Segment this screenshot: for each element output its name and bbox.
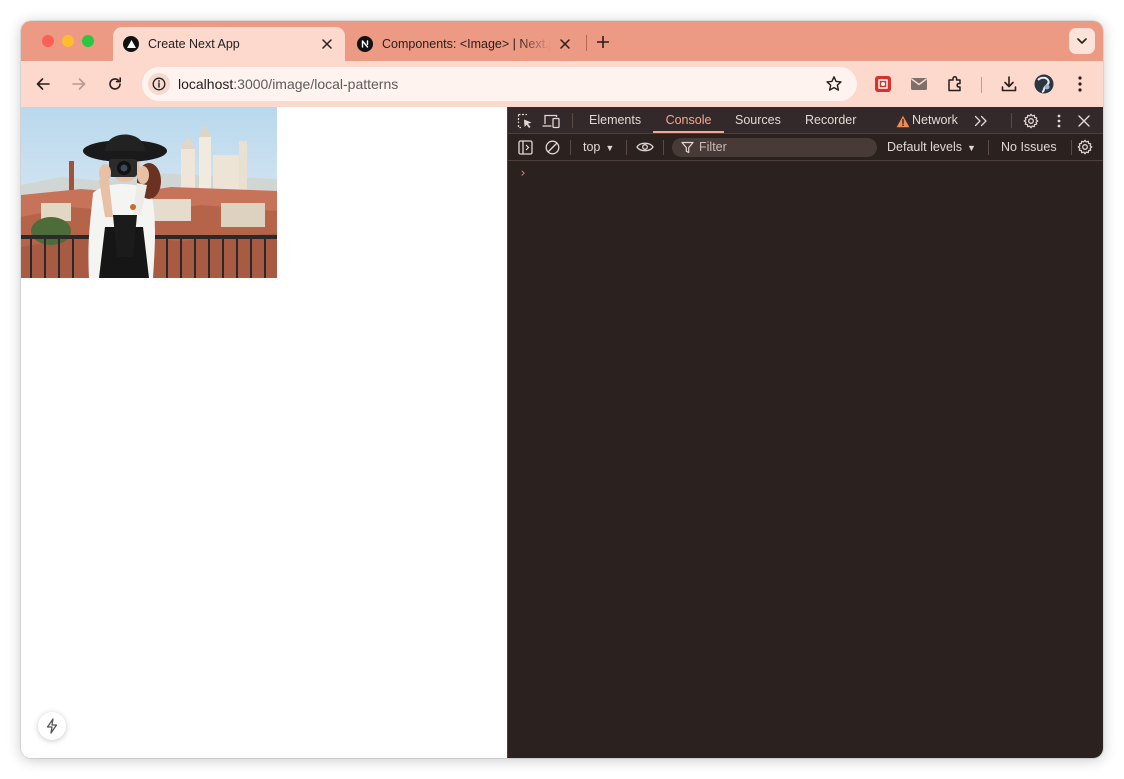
url-host: localhost [178,76,234,92]
inspect-cursor-icon [517,113,532,129]
sidebar-icon [517,139,533,155]
forward-button[interactable] [68,73,90,95]
console-settings-button[interactable] [1076,138,1094,156]
mail-icon [911,78,927,90]
device-toolbar-button[interactable] [542,112,560,130]
eye-icon [636,142,654,152]
toggle-sidebar-button[interactable] [516,138,534,156]
woman-with-camera-photo [21,107,277,278]
gear-icon [1023,113,1039,129]
devtools-settings-button[interactable] [1022,112,1040,130]
close-devtools-button[interactable] [1075,112,1093,130]
tab-title: Components: <Image> | Next.js [382,37,551,51]
download-icon [1001,76,1017,92]
close-icon [1078,115,1090,127]
filter-icon [681,141,694,154]
close-window-button[interactable] [42,35,54,47]
console-filter-input[interactable]: Filter [672,138,877,157]
more-vertical-icon [1078,76,1082,92]
tab-network[interactable]: Network [912,107,958,133]
device-mode-icon [542,114,560,129]
address-bar[interactable]: localhost:3000/image/local-patterns [142,67,857,101]
tab-strip: Create Next App Components: <Image> | Ne… [21,21,1103,61]
live-expression-button[interactable] [636,138,654,156]
browser-window: Create Next App Components: <Image> | Ne… [21,21,1103,758]
nextjs-n-icon [357,36,373,52]
inspect-element-button[interactable] [516,112,534,130]
caret-down-icon: ▼ [967,143,976,153]
more-tabs-button[interactable] [972,112,990,130]
clear-console-button[interactable] [543,138,561,156]
toolbar-divider [981,77,982,93]
gear-icon [1077,139,1093,155]
plus-icon [597,36,609,48]
warning-icon [894,112,912,130]
downloads-button[interactable] [998,73,1020,95]
back-button[interactable] [32,73,54,95]
tab-elements[interactable]: Elements [589,107,641,133]
more-vertical-icon [1057,114,1061,128]
arrow-left-icon [36,78,50,90]
devtools-divider [1011,113,1012,128]
mail-button[interactable] [908,73,930,95]
arrow-right-icon [72,78,86,90]
devtools-divider [570,140,571,155]
tab-console[interactable]: Console [653,107,724,133]
extension-button[interactable] [872,73,894,95]
caret-down-icon: ▼ [605,143,615,153]
devtools-divider [1071,140,1072,155]
zoom-window-button[interactable] [82,35,94,47]
devtools-divider [988,140,989,155]
devtools-divider [663,140,664,155]
log-levels-select[interactable]: Default levels ▼ [887,134,976,160]
tab-create-next-app[interactable]: Create Next App [113,27,345,61]
issues-button[interactable]: No Issues [1001,134,1057,160]
minimize-window-button[interactable] [62,35,74,47]
devtools-panel: Elements Console Sources Recorder Networ… [507,107,1103,758]
page-viewport [21,107,507,758]
reload-button[interactable] [104,73,126,95]
close-icon[interactable] [557,36,573,52]
new-tab-button[interactable] [593,32,613,52]
triangle-logo-icon [123,36,139,52]
site-info-icon[interactable] [148,73,170,95]
devtools-divider [572,113,573,128]
reload-icon [109,77,121,90]
devtools-divider [626,140,627,155]
nextjs-dev-indicator-button[interactable] [38,712,66,740]
context-label: top [583,140,601,154]
extensions-button[interactable] [944,73,966,95]
tab-search-button[interactable] [1069,28,1095,54]
chevron-double-right-icon [974,115,987,127]
tab-sources[interactable]: Sources [735,107,781,133]
tab-divider [586,35,587,51]
block-icon [545,140,559,154]
devtools-menu-button[interactable] [1050,112,1068,130]
browser-toolbar: localhost:3000/image/local-patterns [21,61,1103,107]
lightning-bolt-icon [46,718,58,734]
console-toolbar: top ▼ Filter Default levels ▼ No Issues [508,134,1103,161]
url-path: :3000/image/local-patterns [233,76,399,92]
extension-red-icon [875,76,891,92]
tab-title: Create Next App [148,37,240,51]
tab-components-image[interactable]: Components: <Image> | Next.js [347,27,583,61]
chevron-down-icon [1077,38,1087,44]
close-icon[interactable] [319,36,335,52]
console-prompt[interactable]: › [519,166,527,181]
log-levels-label: Default levels [887,140,963,154]
url-text: localhost:3000/image/local-patterns [178,76,398,92]
context-select[interactable]: top ▼ [583,134,614,160]
puzzle-icon [948,75,961,92]
profile-button[interactable] [1033,73,1055,95]
filter-placeholder: Filter [699,140,727,154]
menu-button[interactable] [1069,73,1091,95]
devtools-tab-bar: Elements Console Sources Recorder Networ… [508,107,1103,134]
bookmark-star-icon[interactable] [825,75,843,93]
tab-recorder[interactable]: Recorder [805,107,856,133]
avatar-icon [1034,74,1054,94]
